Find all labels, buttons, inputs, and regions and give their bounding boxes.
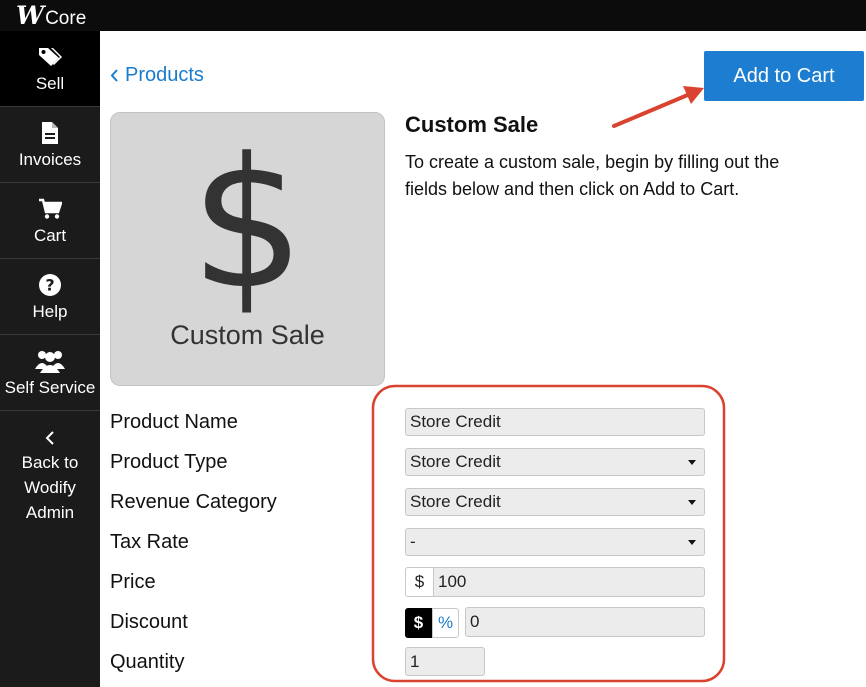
sidebar-item-help[interactable]: ? Help xyxy=(0,259,100,335)
product-type-select[interactable]: Store Credit xyxy=(405,448,705,476)
caret-down-icon xyxy=(688,500,696,505)
product-type-value: Store Credit xyxy=(410,452,501,471)
breadcrumb-label: Products xyxy=(125,64,204,86)
product-image-card: $ Custom Sale xyxy=(110,112,385,386)
sidebar-item-label: Help xyxy=(32,302,68,321)
tax-rate-select[interactable]: - xyxy=(405,528,705,556)
product-name-value: Store Credit xyxy=(410,412,501,431)
discount-label: Discount xyxy=(110,611,188,633)
product-name-input[interactable]: Store Credit xyxy=(405,408,705,436)
tax-rate-label: Tax Rate xyxy=(110,531,189,553)
annotation-arrow-head xyxy=(683,86,704,104)
sidebar-item-sell[interactable]: Sell xyxy=(0,31,100,107)
brand-name: Core xyxy=(45,8,87,29)
quantity-input[interactable]: 1 xyxy=(405,647,485,676)
discount-value: 0 xyxy=(470,612,480,631)
price-label: Price xyxy=(110,571,156,593)
top-bar: W Core xyxy=(0,0,866,31)
brand-mark: W xyxy=(16,1,44,30)
document-icon xyxy=(40,121,60,145)
sidebar-item-label: Cart xyxy=(33,226,67,245)
tag-icon xyxy=(37,45,63,69)
svg-text:?: ? xyxy=(45,276,54,295)
product-name-label: Product Name xyxy=(110,411,238,433)
sidebar-item-cart[interactable]: Cart xyxy=(0,183,100,259)
price-value: 100 xyxy=(438,572,467,591)
sidebar-item-self-service[interactable]: Self Service xyxy=(0,335,100,411)
dollar-icon: $ xyxy=(190,120,305,329)
revenue-category-select[interactable]: Store Credit xyxy=(405,488,705,516)
brand-logo[interactable]: W Core xyxy=(16,2,86,32)
product-card-label: Custom Sale xyxy=(170,320,325,350)
sidebar-item-invoices[interactable]: Invoices xyxy=(0,107,100,183)
back-label-line-2: Wodify xyxy=(24,478,76,497)
users-icon xyxy=(35,349,65,373)
tax-rate-value: - xyxy=(410,532,416,551)
product-type-label: Product Type xyxy=(110,451,228,473)
add-to-cart-button[interactable]: Add to Cart xyxy=(704,51,864,101)
discount-percent-toggle[interactable]: % xyxy=(432,608,459,638)
caret-down-icon xyxy=(688,540,696,545)
discount-dollar-toggle[interactable]: $ xyxy=(405,608,432,638)
sidebar-item-label: Self Service xyxy=(4,378,96,397)
caret-down-icon xyxy=(688,460,696,465)
price-input[interactable]: 100 xyxy=(433,567,705,597)
sidebar-item-label: Invoices xyxy=(18,150,82,169)
quantity-value: 1 xyxy=(410,651,420,671)
price-currency-addon: $ xyxy=(405,567,433,597)
sidebar: Sell Invoices Cart ? Help Self Service B… xyxy=(0,31,100,687)
revenue-category-value: Store Credit xyxy=(410,492,501,511)
breadcrumb-products-link[interactable]: Products xyxy=(110,64,204,87)
product-description: To create a custom sale, begin by fillin… xyxy=(405,152,780,199)
back-label-line-3: Admin xyxy=(25,503,75,522)
chevron-left-icon xyxy=(110,69,118,82)
page-title: Custom Sale xyxy=(405,112,539,137)
question-icon: ? xyxy=(38,273,62,297)
revenue-category-label: Revenue Category xyxy=(110,491,277,513)
chevron-left-icon xyxy=(44,429,56,447)
cart-icon xyxy=(38,197,62,221)
annotation-arrow-shaft xyxy=(612,92,692,128)
back-label-line-1: Back to xyxy=(21,453,79,472)
quantity-label: Quantity xyxy=(110,651,185,673)
sidebar-item-label: Sell xyxy=(35,74,65,93)
discount-input[interactable]: 0 xyxy=(465,607,705,637)
price-input-group: $ 100 xyxy=(405,567,705,597)
sidebar-item-back-to-admin[interactable]: Back to Wodify Admin xyxy=(0,411,100,531)
